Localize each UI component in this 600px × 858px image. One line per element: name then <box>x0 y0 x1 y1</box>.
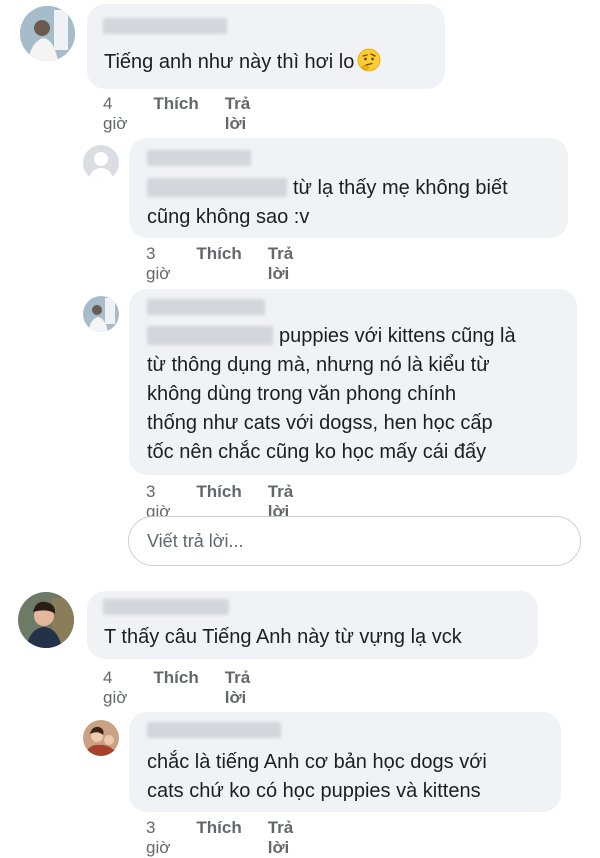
comment-text: puppies với kittens cũng là từ thông dụng… <box>147 322 516 467</box>
comment-actions: 4 giờ Thích Trả lời <box>103 668 250 708</box>
comment-bubble: từ lạ thấy mẹ không biết cũng không sao :… <box>129 138 568 238</box>
reply-input[interactable]: Viết trả lời... <box>128 516 581 566</box>
user-photo-icon <box>83 296 119 332</box>
comment-text-content: Tiếng anh như này thì hơi lo <box>104 51 355 73</box>
comment-timestamp[interactable]: 3 giờ <box>146 818 170 858</box>
comment-bubble: puppies với kittens cũng là từ thông dụng… <box>129 289 577 475</box>
avatar[interactable] <box>18 592 74 648</box>
thinking-face-emoji-icon <box>357 48 381 72</box>
comment-timestamp[interactable]: 3 giờ <box>146 244 170 284</box>
author-name-redacted[interactable] <box>147 299 265 315</box>
reply-button[interactable]: Trả lời <box>225 668 251 708</box>
mention-redacted <box>147 326 273 345</box>
comment-text-line2: cũng không sao :v <box>147 206 310 228</box>
comment-actions: 3 giờ Thích Trả lời <box>146 244 293 284</box>
comment-bubble: Tiếng anh như này thì hơi lo <box>87 4 445 89</box>
comment-text-rest: từ thông dụng mà, nhưng nó là kiểu từ kh… <box>147 354 493 463</box>
author-name-redacted[interactable] <box>103 18 227 34</box>
comment-bubble: chắc là tiếng Anh cơ bản học dogs với ca… <box>129 712 561 812</box>
comment-text: T thấy câu Tiếng Anh này từ vựng lạ vck <box>104 626 462 648</box>
comment-timestamp[interactable]: 4 giờ <box>103 668 127 708</box>
reply-input-placeholder: Viết trả lời... <box>147 531 244 551</box>
avatar[interactable] <box>83 145 119 181</box>
mention-redacted <box>147 178 287 197</box>
reply-button[interactable]: Trả lời <box>268 244 294 284</box>
comment-text: Tiếng anh như này thì hơi lo <box>104 48 381 77</box>
like-button[interactable]: Thích <box>153 94 198 134</box>
reply-button[interactable]: Trả lời <box>268 818 294 858</box>
user-photo-icon <box>20 6 75 61</box>
comment-actions: 3 giờ Thích Trả lời <box>146 818 293 858</box>
comment-text: từ lạ thấy mẹ không biết cũng không sao :… <box>147 174 508 232</box>
comment-actions: 4 giờ Thích Trả lời <box>103 94 250 134</box>
avatar[interactable] <box>83 720 119 756</box>
comment-text-line1: puppies với kittens cũng là <box>279 325 516 347</box>
author-name-redacted[interactable] <box>147 150 251 166</box>
like-button[interactable]: Thích <box>196 244 241 284</box>
reply-button[interactable]: Trả lời <box>225 94 251 134</box>
comment-timestamp[interactable]: 4 giờ <box>103 94 127 134</box>
comment-bubble: T thấy câu Tiếng Anh này từ vựng lạ vck <box>87 591 538 659</box>
like-button[interactable]: Thích <box>196 818 241 858</box>
default-avatar-icon <box>83 145 119 181</box>
comment-text: chắc là tiếng Anh cơ bản học dogs với ca… <box>147 751 487 802</box>
like-button[interactable]: Thích <box>153 668 198 708</box>
avatar[interactable] <box>20 6 75 61</box>
author-name-redacted[interactable] <box>103 599 229 615</box>
author-name-redacted[interactable] <box>147 722 281 738</box>
user-photo-icon <box>83 720 119 756</box>
user-photo-icon <box>18 592 74 648</box>
comment-text-line1: từ lạ thấy mẹ không biết <box>293 177 508 199</box>
avatar[interactable] <box>83 296 119 332</box>
